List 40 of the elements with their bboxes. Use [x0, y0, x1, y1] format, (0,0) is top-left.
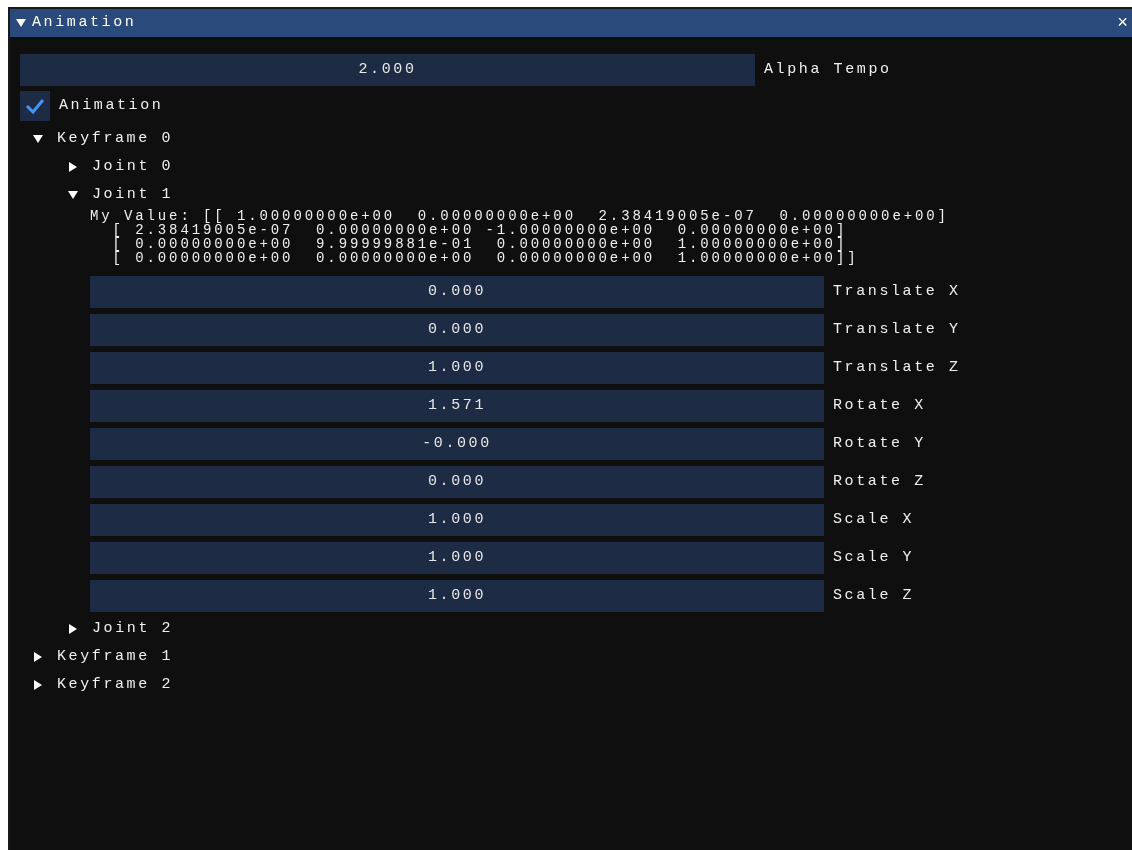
drag-field[interactable]: 1.000: [90, 352, 824, 384]
tree-node[interactable]: Keyframe 1: [10, 643, 1132, 671]
tree-node[interactable]: Joint 2: [10, 615, 1132, 643]
field-label: Scale Y: [833, 547, 915, 568]
tree-node[interactable]: Joint 0: [10, 153, 1132, 181]
expanded-arrow-icon[interactable]: [33, 134, 43, 144]
expanded-arrow-icon[interactable]: [68, 190, 78, 200]
field-label: Alpha Tempo: [764, 59, 892, 80]
drag-field[interactable]: 2.000: [20, 54, 755, 86]
checkbox[interactable]: [20, 91, 50, 121]
collapsed-arrow-icon[interactable]: [68, 162, 78, 172]
checkmark-icon: [25, 98, 45, 114]
checkbox-label: Animation: [59, 95, 164, 116]
collapsed-arrow-icon[interactable]: [33, 680, 43, 690]
drag-field[interactable]: 0.000: [90, 466, 824, 498]
drag-field[interactable]: 1.571: [90, 390, 824, 422]
field-label: Rotate X: [833, 395, 926, 416]
drag-field[interactable]: 1.000: [90, 542, 824, 574]
field-label: Translate X: [833, 281, 961, 302]
field-label: Rotate Y: [833, 433, 926, 454]
expanded-arrow-icon[interactable]: [16, 18, 26, 28]
close-button[interactable]: ×: [1117, 14, 1128, 32]
field-label: Translate Y: [833, 319, 961, 340]
drag-field[interactable]: 1.000: [90, 580, 824, 612]
window-title: Animation: [32, 12, 137, 33]
window-title-bar[interactable]: Animation ×: [10, 9, 1132, 37]
collapsed-arrow-icon[interactable]: [68, 624, 78, 634]
drag-field[interactable]: -0.000: [90, 428, 824, 460]
field-label: Scale Z: [833, 585, 915, 606]
field-label: Scale X: [833, 509, 915, 530]
field-label: Rotate Z: [833, 471, 926, 492]
drag-field[interactable]: 0.000: [90, 314, 824, 346]
field-label: Translate Z: [833, 357, 961, 378]
collapsed-arrow-icon[interactable]: [33, 652, 43, 662]
tree-node[interactable]: Keyframe 0: [10, 125, 1132, 153]
tree-node[interactable]: Keyframe 2: [10, 671, 1132, 699]
matrix-text: My Value: [[ 1.00000000e+00 0.00000000e+00 2.38419005e-07 0.00000000e+00] [ 2.38419005e-07 0.00000000e+00 -1.00000000e+00 0.00000000e+00] [ 0.00000000e+00 9.99999881e-01 0.00000000e+00 1.00000000e+00] [ 0.00000000e+00 0.00000000e+00 0.00000000e+00 1.00000000e+00]]: [89, 209, 950, 268]
drag-field[interactable]: 1.000: [90, 504, 824, 536]
drag-field[interactable]: 0.000: [90, 276, 824, 308]
tree-node[interactable]: Joint 1: [10, 181, 1132, 209]
